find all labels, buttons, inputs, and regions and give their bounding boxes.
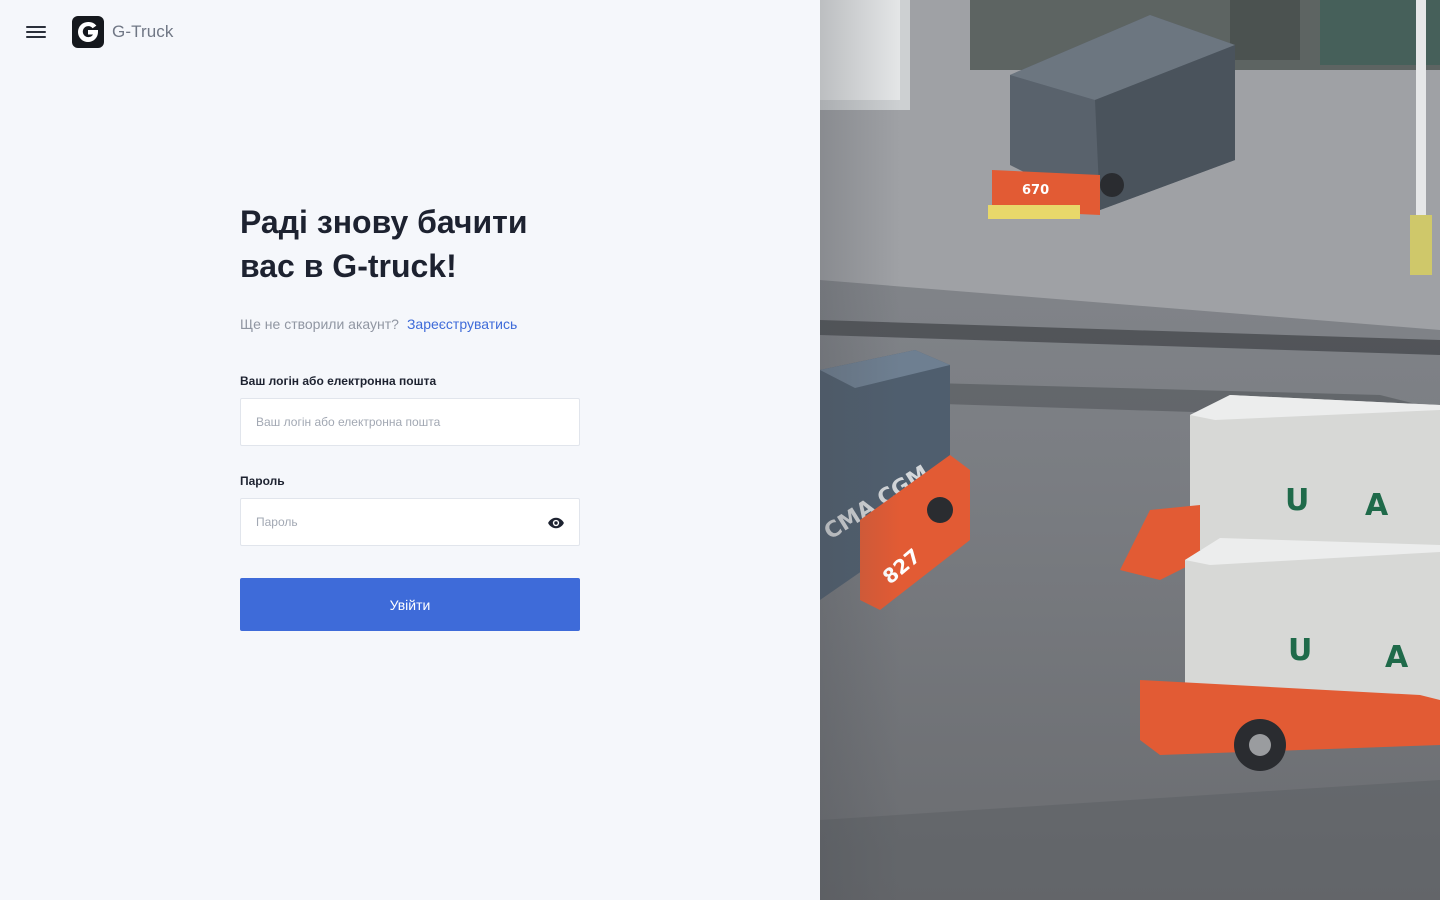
svg-text:A: A [1385,640,1409,675]
password-input-box [240,498,580,546]
signup-prompt: Ще не створили акаунт? Зареєструватись [240,316,580,332]
menu-line [26,26,46,28]
svg-text:U: U [1288,633,1312,668]
login-label: Ваш логін або електронна пошта [240,374,437,388]
title-line-1: Раді знову бачити [240,204,528,240]
brand-logo[interactable]: G-Truck [72,16,173,48]
menu-line [26,31,46,33]
menu-line [26,36,46,38]
password-label: Пароль [240,474,285,488]
title-line-2: вас в G-truck! [240,248,457,284]
login-button[interactable]: Увійти [240,578,580,631]
login-field-group: Ваш логін або електронна пошта [240,374,580,446]
login-input[interactable] [241,399,579,445]
page-title: Раді знову бачити вас в G-truck! [240,200,580,288]
brand-name: G-Truck [112,22,174,41]
login-panel: G-Truck Раді знову бачити вас в G-truck!… [0,0,820,900]
password-field-group: Пароль [240,474,580,546]
hero-image: 670 CMA CGM 827 U A U A [820,0,1440,900]
svg-text:A: A [1365,488,1389,523]
password-input[interactable] [241,499,579,545]
no-account-text: Ще не створили акаунт? [240,316,399,332]
g-truck-logo-icon [72,16,104,48]
svg-text:670: 670 [1022,183,1049,198]
eye-icon[interactable] [547,514,565,532]
hamburger-menu-icon[interactable] [24,22,48,42]
container-terminal-photo: 670 CMA CGM 827 U A U A [820,0,1440,900]
login-form: Раді знову бачити вас в G-truck! Ще не с… [240,200,580,631]
svg-text:U: U [1285,483,1309,518]
login-input-box [240,398,580,446]
signup-link[interactable]: Зареєструватись [407,316,517,332]
